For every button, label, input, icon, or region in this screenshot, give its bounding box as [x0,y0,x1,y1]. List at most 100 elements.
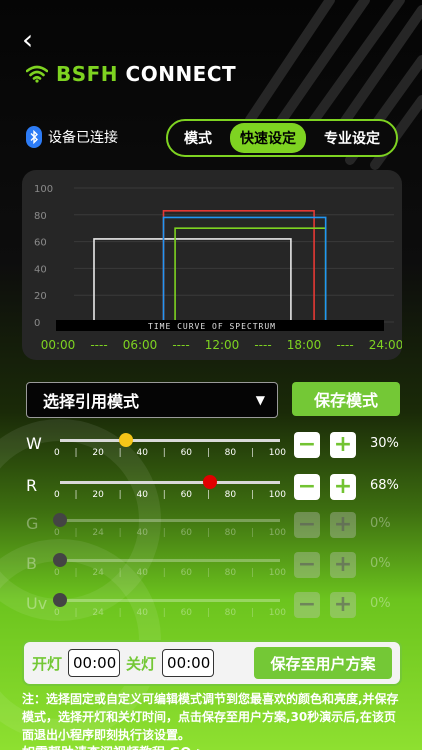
increase-button[interactable]: + [330,474,356,500]
x-tick-label: 00:00 [41,338,76,352]
slider-tick-label: 0 [54,568,60,578]
brand-title: BSFH CONNECT [56,62,236,86]
channel-row: G 0 | 24 | 40 | 60 | 80 | 100− +0% [0,512,422,548]
slider-tick-mark: | [74,490,78,500]
slider-tick-label: 40 [136,568,148,578]
channel-label: G [26,514,39,533]
slider-tick-mark: | [162,568,166,578]
tab-pro-settings[interactable]: 专业设定 [314,123,390,153]
slider-tick-label: 40 [136,608,148,618]
channel-label: B [26,554,37,573]
slider-tick-label: 0 [54,490,60,500]
slider-tick-label: 20 [92,490,104,500]
slider-tick-label: 20 [92,448,104,458]
channel-row: B 0 | 24 | 40 | 60 | 80 | 100− +0% [0,552,422,588]
slider-track[interactable] [60,481,280,484]
y-tick-label: 0 [34,318,40,329]
decrease-button[interactable]: − [294,474,320,500]
back-button[interactable]: ‹ [22,26,50,54]
slider-tick-label: 80 [224,490,237,500]
channel-row: Uv 0 | 24 | 40 | 60 | 80 | 100− +0% [0,592,422,628]
slider-tick-label: 100 [268,608,286,618]
save-to-user-plan-button[interactable]: 保存至用户方案 [254,647,392,679]
slider-tick-label: 60 [180,528,193,538]
decrease-button[interactable]: − [294,552,320,578]
slider-tick-label: 24 [92,528,104,538]
slider-knob[interactable] [53,593,67,607]
slider-tick-label: 80 [224,568,237,578]
slider-tick-label: 100 [268,448,286,458]
spectrum-chart: 100 80 60 40 20 0 TIME CURVE OF SPECTRUM 00:00-… [22,170,402,360]
slider-tick-label: 60 [180,608,193,618]
y-tick-label: 60 [34,238,47,249]
wifi-icon [26,65,48,83]
slider-tick-mark: | [250,568,254,578]
slider-tick-mark: | [250,490,254,500]
slider-tick-label: 80 [224,608,237,618]
channel-row: W 0 | 20 | 40 | 60 | 80 | 100− +30% [0,432,422,468]
mode-select-dropdown[interactable]: 选择引用模式 ▼ [26,382,278,418]
increase-button[interactable]: + [330,432,356,458]
slider-track[interactable] [60,599,280,602]
increase-button[interactable]: + [330,512,356,538]
bluetooth-status: 设备已连接 [26,126,118,148]
slider-tick-mark: | [250,448,254,458]
slider-tick-mark: | [74,448,78,458]
decrease-button[interactable]: − [294,432,320,458]
brand-header: BSFH CONNECT [26,62,236,86]
series-line [162,216,327,322]
slider-ticks: 0 | 20 | 40 | 60 | 80 | 100 [54,490,286,500]
slider-tick-label: 40 [136,490,148,500]
lights-off-time[interactable]: 00:00 [162,649,215,677]
save-mode-button[interactable]: 保存模式 [292,382,400,416]
x-tick-label: 12:00 [205,338,240,352]
slider-tick-label: 40 [136,528,148,538]
channel-percent: 0% [370,596,391,611]
help-video-link[interactable]: 如需帮助请查阅视频教程 GO > [22,742,207,750]
x-tick-label: 18:00 [287,338,322,352]
instruction-note: 注：选择固定或自定义可编辑模式调节到您最喜欢的颜色和亮度,并保存模式，选择开灯和… [22,692,399,742]
slider-track[interactable] [60,439,280,442]
slider-tick-mark: | [74,528,78,538]
increase-button[interactable]: + [330,592,356,618]
slider-ticks: 0 | 24 | 40 | 60 | 80 | 100 [54,568,286,578]
slider-tick-mark: | [118,528,122,538]
slider-tick-mark: | [162,448,166,458]
lights-on-label: 开灯 [32,654,63,673]
slider-knob[interactable] [202,475,217,489]
lights-on-time[interactable]: 00:00 [68,649,121,677]
slider-tick-label: 100 [268,568,286,578]
slider-track[interactable] [60,519,280,522]
slider-tick-mark: | [118,490,122,500]
channel-row: R 0 | 20 | 40 | 60 | 80 | 100− +68% [0,474,422,510]
decrease-button[interactable]: − [294,512,320,538]
slider-knob[interactable] [53,553,67,567]
y-tick-label: 100 [34,184,53,195]
slider-tick-mark: | [74,568,78,578]
bluetooth-icon [26,126,42,148]
tab-mode[interactable]: 模式 [174,123,222,153]
slider-tick-label: 40 [136,448,148,458]
slider-ticks: 0 | 24 | 40 | 60 | 80 | 100 [54,528,286,538]
slider-tick-mark: | [118,448,122,458]
series-line [93,238,292,322]
x-tick-label: ---- [254,338,271,352]
slider-knob[interactable] [53,513,67,527]
slider-track[interactable] [60,559,280,562]
slider-tick-label: 0 [54,608,60,618]
increase-button[interactable]: + [330,552,356,578]
slider-tick-mark: | [250,528,254,538]
schedule-bar: 开灯 00:00 关灯 00:00 保存至用户方案 [22,640,402,686]
channel-percent: 68% [370,478,399,493]
slider-tick-mark: | [250,608,254,618]
mode-tabs: 模式 快速设定 专业设定 [166,119,398,157]
channel-percent: 0% [370,516,391,531]
background-decoration [0,0,422,741]
slider-tick-label: 0 [54,528,60,538]
slider-knob[interactable] [119,433,133,447]
connection-status-text: 设备已连接 [48,130,118,146]
decrease-button[interactable]: − [294,592,320,618]
channel-percent: 0% [370,556,391,571]
slider-tick-mark: | [162,608,166,618]
tab-quick-settings[interactable]: 快速设定 [230,123,306,153]
